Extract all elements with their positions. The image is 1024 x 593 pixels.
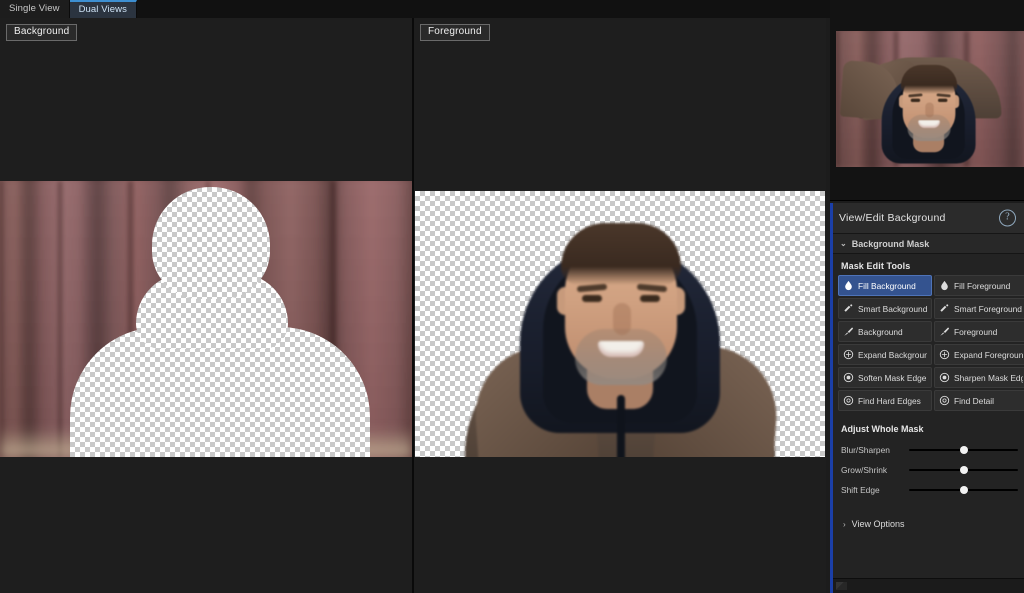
panel-header: View/Edit Background ? bbox=[833, 203, 1024, 234]
right-column: View/Edit Background ? ⌄ Background Mask… bbox=[830, 0, 1024, 593]
resize-grip-icon[interactable] bbox=[836, 582, 847, 590]
droplet-icon bbox=[843, 280, 854, 291]
silhouette-head bbox=[152, 187, 270, 299]
tool-smart-foreground[interactable]: Smart Foreground bbox=[934, 298, 1024, 319]
tool-soften-mask-edge[interactable]: Soften Mask Edge bbox=[838, 367, 932, 388]
tool-find-hard-edges-label: Find Hard Edges bbox=[858, 395, 921, 406]
preview-hair bbox=[900, 64, 958, 94]
preview-nose bbox=[925, 102, 934, 118]
slider-grow-shrink-thumb[interactable] bbox=[959, 466, 968, 474]
mask-edit-tools-title: Mask Edit Tools bbox=[841, 261, 911, 271]
tool-smart-background[interactable]: Smart Background bbox=[838, 298, 932, 319]
foreground-viewport-label: Foreground bbox=[420, 24, 490, 41]
tool-expand-foreground[interactable]: Expand Foreground bbox=[934, 344, 1024, 365]
tool-find-hard-edges[interactable]: Find Hard Edges bbox=[838, 390, 932, 411]
subject-mouth bbox=[598, 341, 644, 357]
preview-mouth bbox=[918, 120, 940, 128]
tool-find-detail-label: Find Detail bbox=[954, 395, 995, 406]
subject-beard bbox=[575, 329, 667, 385]
slider-shift-edge-label: Shift Edge bbox=[841, 485, 880, 495]
tool-background-brush[interactable]: Background bbox=[838, 321, 932, 342]
view-options-label: View Options bbox=[851, 519, 905, 529]
view-options-section[interactable]: › View Options bbox=[833, 500, 1024, 529]
slider-shift-edge-thumb[interactable] bbox=[959, 486, 968, 494]
panel-title: View/Edit Background bbox=[839, 212, 946, 224]
tool-fill-background[interactable]: Fill Background bbox=[838, 275, 932, 296]
section-background-mask[interactable]: ⌄ Background Mask bbox=[833, 234, 1024, 254]
mask-edit-tools-grid: Fill Background Fill Foreground Smart Ba… bbox=[833, 275, 1024, 411]
slider-grow-shrink-row: Grow/Shrink bbox=[833, 460, 1024, 480]
tab-dual-views[interactable]: Dual Views bbox=[69, 0, 137, 18]
tool-soften-mask-edge-label: Soften Mask Edge bbox=[858, 372, 927, 383]
foreground-viewport[interactable]: Foreground bbox=[414, 18, 826, 593]
subject-eye-right bbox=[640, 295, 660, 302]
tab-single-view-label: Single View bbox=[9, 3, 60, 15]
tool-fill-foreground[interactable]: Fill Foreground bbox=[934, 275, 1024, 296]
section-background-mask-label: Background Mask bbox=[851, 238, 930, 249]
tool-smart-background-label: Smart Background bbox=[858, 303, 927, 314]
foreground-image-area bbox=[415, 191, 825, 457]
tool-sharpen-mask-edge[interactable]: Sharpen Mask Edge bbox=[934, 367, 1024, 388]
slider-shift-edge-row: Shift Edge bbox=[833, 480, 1024, 500]
find-edges-icon bbox=[843, 395, 854, 406]
preview-frame bbox=[836, 31, 1024, 167]
chevron-down-icon: ⌄ bbox=[840, 239, 847, 248]
background-image-area bbox=[0, 181, 412, 457]
find-detail-icon bbox=[939, 395, 950, 406]
tool-expand-foreground-label: Expand Foreground bbox=[954, 349, 1023, 360]
tool-foreground-brush-label: Foreground bbox=[954, 326, 998, 337]
application-window: Single View Dual Views Background Foregr… bbox=[0, 0, 1024, 593]
help-icon[interactable]: ? bbox=[999, 209, 1016, 227]
slider-blur-sharpen-row: Blur/Sharpen bbox=[833, 440, 1024, 460]
droplet-icon bbox=[939, 280, 950, 291]
slider-shift-edge[interactable] bbox=[909, 484, 1018, 496]
subject-zipper bbox=[617, 395, 625, 457]
subject-eye-left bbox=[582, 295, 602, 302]
tab-dual-views-label: Dual Views bbox=[78, 4, 127, 16]
magic-wand-icon bbox=[939, 303, 950, 314]
preview-eye-left bbox=[910, 98, 921, 102]
slider-grow-shrink[interactable] bbox=[909, 464, 1018, 476]
background-viewport[interactable]: Background bbox=[0, 18, 412, 593]
subject-nose bbox=[613, 303, 631, 335]
preview-eye-right bbox=[937, 98, 948, 102]
tool-find-detail[interactable]: Find Detail bbox=[934, 390, 1024, 411]
tool-expand-background-label: Expand Background bbox=[858, 349, 927, 360]
subject-silhouette-cutout bbox=[0, 181, 412, 457]
tool-background-brush-label: Background bbox=[858, 326, 903, 337]
sharpen-icon bbox=[939, 372, 950, 383]
tool-sharpen-mask-edge-label: Sharpen Mask Edge bbox=[954, 372, 1023, 383]
preview-subject bbox=[836, 50, 1002, 164]
source-image-preview[interactable] bbox=[830, 0, 1024, 201]
slider-grow-shrink-label: Grow/Shrink bbox=[841, 465, 888, 475]
panel-bottom-bar bbox=[833, 579, 1024, 593]
subject-hair bbox=[561, 223, 681, 285]
tool-fill-foreground-label: Fill Foreground bbox=[954, 280, 1011, 291]
tool-foreground-brush[interactable]: Foreground bbox=[934, 321, 1024, 342]
chevron-right-icon: › bbox=[843, 519, 846, 529]
brush-icon bbox=[843, 326, 854, 337]
slider-blur-sharpen[interactable] bbox=[909, 444, 1018, 456]
tool-smart-foreground-label: Smart Foreground bbox=[954, 303, 1022, 314]
background-viewport-label: Background bbox=[6, 24, 78, 41]
adjust-whole-mask-title: Adjust Whole Mask bbox=[841, 424, 924, 434]
foreground-subject bbox=[415, 191, 825, 457]
view-edit-background-panel: View/Edit Background ? ⌄ Background Mask… bbox=[830, 203, 1024, 593]
canvas-stage: Background Foreground bbox=[0, 18, 830, 593]
expand-icon bbox=[939, 349, 950, 360]
magic-wand-icon bbox=[843, 303, 854, 314]
tool-expand-background[interactable]: Expand Background bbox=[838, 344, 932, 365]
expand-icon bbox=[843, 349, 854, 360]
view-mode-tabbar: Single View Dual Views bbox=[0, 0, 830, 19]
tab-single-view[interactable]: Single View bbox=[0, 0, 70, 18]
brush-icon bbox=[939, 326, 950, 337]
slider-blur-sharpen-thumb[interactable] bbox=[959, 446, 968, 454]
slider-blur-sharpen-label: Blur/Sharpen bbox=[841, 445, 890, 455]
soften-icon bbox=[843, 372, 854, 383]
tool-fill-background-label: Fill Background bbox=[858, 280, 916, 291]
